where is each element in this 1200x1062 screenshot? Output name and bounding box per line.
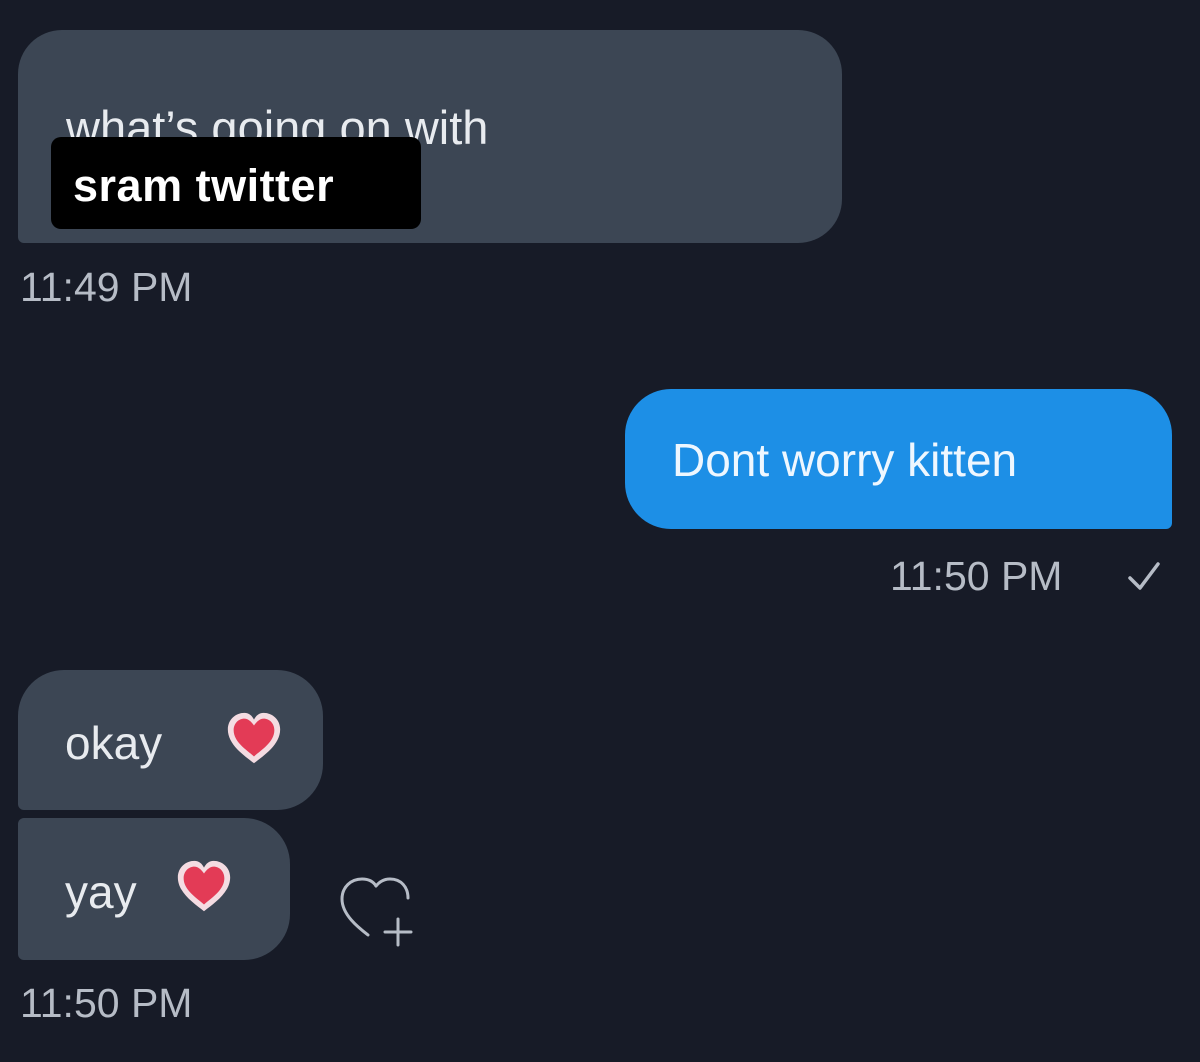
check-icon <box>1128 562 1160 590</box>
message-timestamp: 11:49 PM <box>20 264 193 310</box>
message-text: Dont worry kitten <box>672 434 1018 486</box>
add-reaction-icon[interactable] <box>326 877 418 951</box>
message-timestamp: 11:50 PM <box>890 553 1063 599</box>
received-message-bubble[interactable]: okay <box>18 670 323 810</box>
sent-message-bubble[interactable]: Dont worry kitten <box>625 389 1172 529</box>
heart-icon <box>177 860 231 912</box>
received-message-bubble[interactable]: yay <box>18 818 290 960</box>
chat-thread: what’s going on with sram twitter 11:49 … <box>0 0 1200 1062</box>
message-text: yay <box>65 866 137 918</box>
heart-icon <box>227 712 281 764</box>
caption-overlay: sram twitter <box>51 137 421 229</box>
received-message-bubble[interactable]: what’s going on with sram twitter <box>18 30 842 243</box>
message-text: okay <box>65 717 163 769</box>
message-timestamp: 11:50 PM <box>20 980 193 1026</box>
